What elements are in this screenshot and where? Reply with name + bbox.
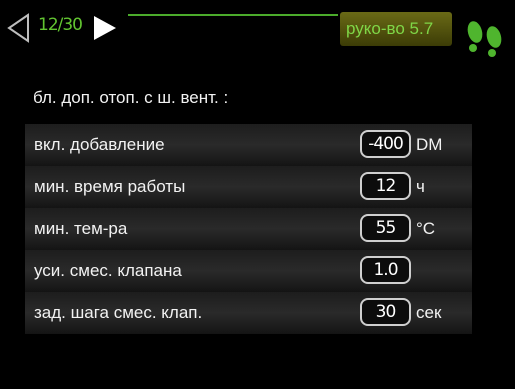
unit-label: DM: [416, 135, 443, 154]
setting-row-mixing-valve-gain[interactable]: уси. смес. клапана 1.0: [25, 250, 472, 292]
page-indicator: 12/30: [38, 15, 83, 35]
value-field[interactable]: 12: [360, 172, 411, 200]
row-label: зад. шага смес. клап.: [34, 303, 203, 322]
header-bar: 12/30 руко-во 5.7: [0, 0, 515, 64]
header-divider: [128, 14, 338, 16]
value-field[interactable]: 30: [360, 298, 411, 326]
arrow-back-icon[interactable]: [6, 13, 30, 43]
setting-row-valve-step-delay[interactable]: зад. шага смес. клап. 30 сек: [25, 292, 472, 334]
row-label: мин. время работы: [34, 177, 186, 196]
unit-label: сек: [416, 303, 442, 322]
section-title: бл. доп. отоп. с ш. вент. :: [33, 88, 229, 107]
value-field[interactable]: 1.0: [360, 256, 411, 284]
footprints-icon: [467, 21, 502, 57]
setting-row-min-temp[interactable]: мин. тем-ра 55 °C: [25, 208, 472, 250]
row-label: мин. тем-ра: [34, 219, 128, 238]
value-field[interactable]: 55: [360, 214, 411, 242]
row-label: уси. смес. клапана: [34, 261, 182, 280]
unit-label: ч: [416, 177, 425, 196]
menu-tag: руко-во 5.7: [340, 12, 452, 46]
value-field[interactable]: -400: [360, 130, 411, 158]
row-label: вкл. добавление: [34, 135, 165, 154]
setting-row-min-runtime[interactable]: мин. время работы 12 ч: [25, 166, 472, 208]
unit-label: °C: [416, 219, 436, 238]
arrow-forward-icon[interactable]: [92, 14, 118, 42]
setting-row-add-start[interactable]: вкл. добавление -400 DM: [25, 124, 472, 166]
